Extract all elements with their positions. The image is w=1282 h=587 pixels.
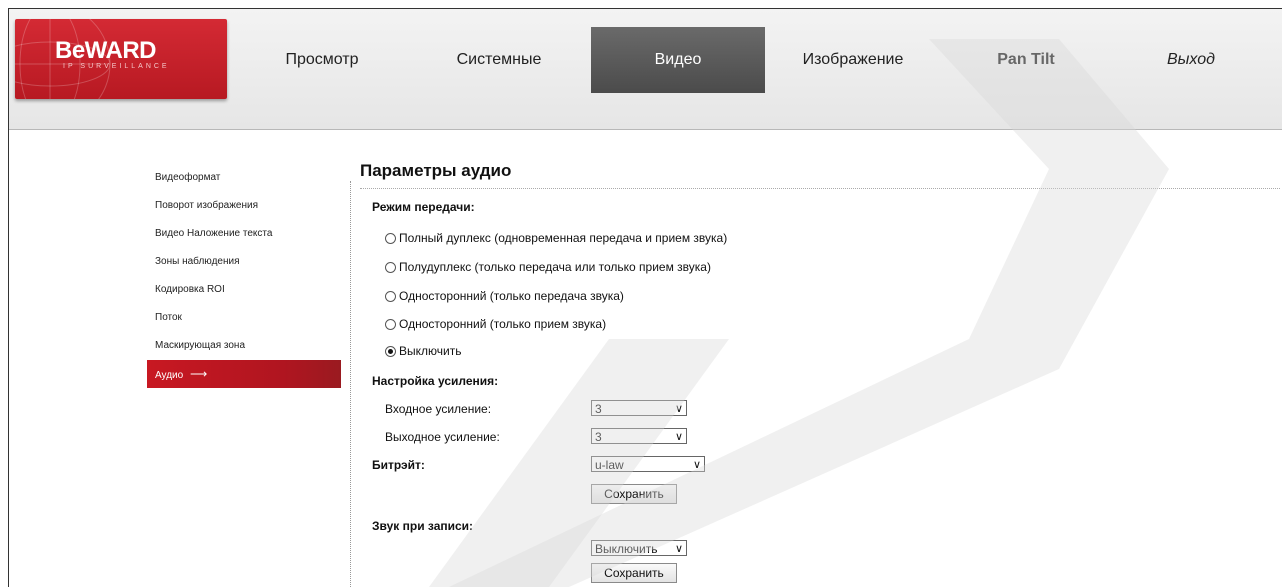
sidebar-item-text-overlay[interactable]: Видео Наложение текста <box>147 220 341 248</box>
chevron-down-icon: ∨ <box>674 543 683 555</box>
mode-option-simplex-receive[interactable]: Односторонний (только прием звука) <box>385 317 606 331</box>
mode-option-off[interactable]: Выключить <box>385 344 461 358</box>
arrow-right-icon: ⟶ <box>190 367 208 381</box>
output-gain-label: Выходное усиление: <box>385 430 500 444</box>
output-gain-select[interactable]: 3 ∨ <box>591 428 687 444</box>
record-sound-label: Звук при записи: <box>372 519 474 533</box>
input-gain-select[interactable]: 3 ∨ <box>591 400 687 416</box>
logo-brand: BeWARD <box>55 37 157 64</box>
header-divider <box>9 129 1282 130</box>
mode-option-label: Полный дуплекс (одновременная передача и… <box>399 231 728 245</box>
mode-option-full-duplex[interactable]: Полный дуплекс (одновременная передача и… <box>385 231 727 245</box>
bitrate-value: u-law <box>595 458 624 472</box>
content-divider <box>350 181 352 587</box>
mode-option-label: Односторонний (только передача звука) <box>399 289 624 303</box>
radio-icon[interactable] <box>385 261 396 273</box>
mode-option-simplex-transmit[interactable]: Односторонний (только передача звука) <box>385 289 624 303</box>
logo-tagline: IP SURVEILLANCE <box>63 63 170 70</box>
bitrate-label: Битрэйт: <box>372 458 425 472</box>
chevron-down-icon: ∨ <box>674 403 683 415</box>
radio-icon[interactable] <box>385 232 396 244</box>
sidebar-item-zones[interactable]: Зоны наблюдения <box>147 248 341 276</box>
nav-exit[interactable]: Выход <box>1111 27 1271 93</box>
chevron-down-icon: ∨ <box>692 459 701 471</box>
top-nav: Просмотр Системные Видео Изображение Pan… <box>237 27 1271 93</box>
record-save-button[interactable]: Сохранить <box>591 563 677 583</box>
radio-icon[interactable] <box>385 318 396 330</box>
nav-view[interactable]: Просмотр <box>237 27 407 93</box>
mode-heading: Режим передачи: <box>372 200 475 214</box>
radio-icon[interactable] <box>385 290 396 302</box>
nav-system[interactable]: Системные <box>407 27 591 93</box>
gain-heading: Настройка усиления: <box>372 374 499 388</box>
app-frame: BeWARD IP SURVEILLANCE Просмотр Системны… <box>8 8 1282 587</box>
page-title: Параметры аудио <box>360 161 512 180</box>
nav-pan-tilt[interactable]: Pan Tilt <box>941 27 1111 93</box>
sidebar-item-rotation[interactable]: Поворот изображения <box>147 192 341 220</box>
radio-checked-icon[interactable] <box>385 345 396 357</box>
mode-option-label: Полудуплекс (только передача или только … <box>399 260 711 274</box>
nav-image[interactable]: Изображение <box>765 27 941 93</box>
sidebar-item-audio[interactable]: Аудио ⟶ <box>147 360 341 388</box>
sidebar-item-audio-label: Аудио <box>155 370 184 381</box>
title-underline <box>360 188 1280 189</box>
record-sound-value: Выключить <box>595 542 658 556</box>
sidebar-item-mask[interactable]: Маскирующая зона <box>147 332 341 360</box>
mode-option-label: Выключить <box>399 344 462 358</box>
mode-option-half-duplex[interactable]: Полудуплекс (только передача или только … <box>385 260 711 274</box>
sidebar: Видеоформат Поворот изображения Видео На… <box>147 164 341 388</box>
beward-logo[interactable]: BeWARD IP SURVEILLANCE <box>15 19 227 99</box>
sidebar-item-stream[interactable]: Поток <box>147 304 341 332</box>
mode-option-label: Односторонний (только прием звука) <box>399 317 607 331</box>
bitrate-select[interactable]: u-law ∨ <box>591 456 705 472</box>
sidebar-item-roi[interactable]: Кодировка ROI <box>147 276 341 304</box>
nav-video[interactable]: Видео <box>591 27 765 93</box>
record-sound-select[interactable]: Выключить ∨ <box>591 540 687 556</box>
chevron-down-icon: ∨ <box>674 431 683 443</box>
input-gain-label: Входное усиление: <box>385 402 492 416</box>
bitrate-save-button[interactable]: Сохранить <box>591 484 677 504</box>
input-gain-value: 3 <box>595 402 602 416</box>
sidebar-item-videoformat[interactable]: Видеоформат <box>147 164 341 192</box>
output-gain-value: 3 <box>595 430 602 444</box>
